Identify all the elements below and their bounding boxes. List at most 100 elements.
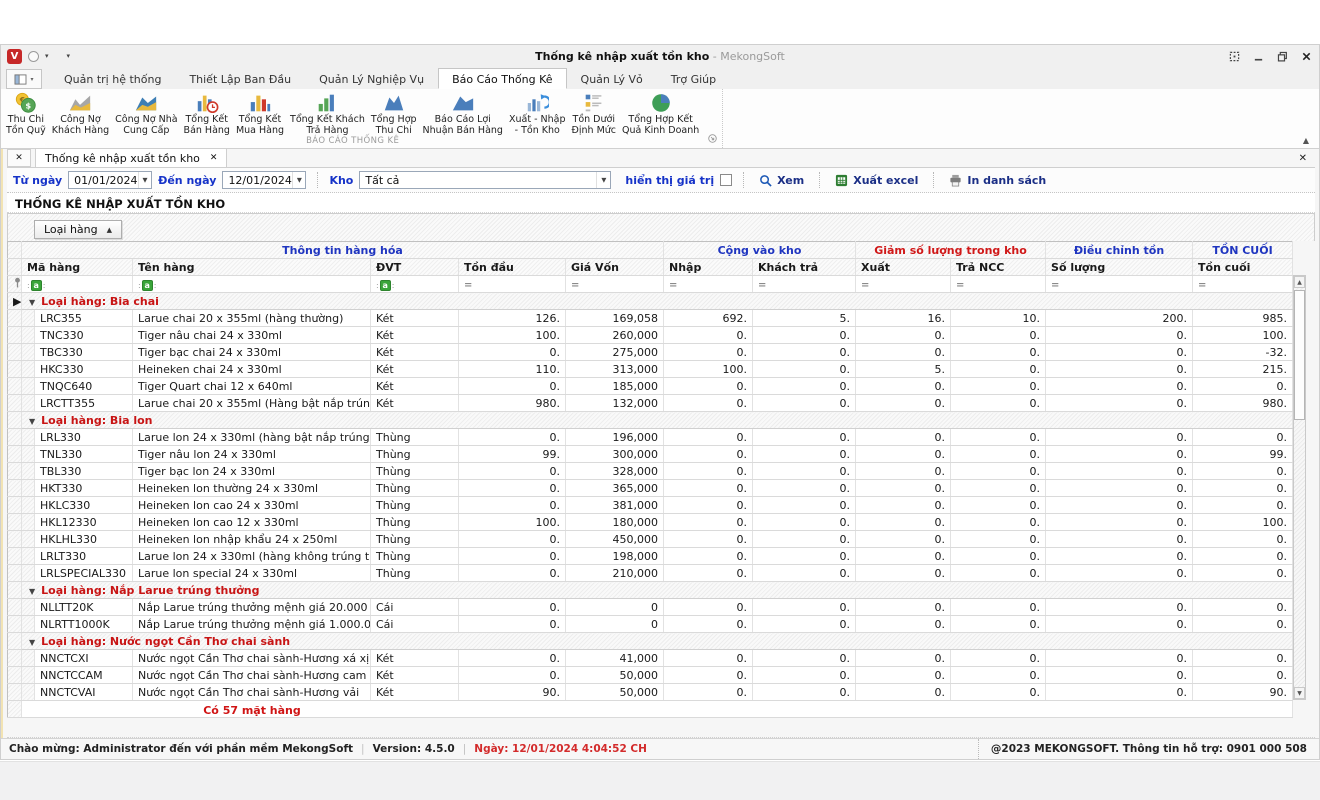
ribbon-tab[interactable]: Báo Cáo Thống Kê <box>438 68 566 89</box>
table-row[interactable]: HKT330Heineken lon thường 24 x 330mlThùn… <box>8 480 1293 497</box>
group-row[interactable]: ▼Loại hàng: Nắp Larue trúng thưởng <box>8 582 1293 599</box>
collapse-group-icon[interactable]: ▼ <box>29 587 35 596</box>
ribbon-tool-button[interactable]: Tổng Kết KháchTrả Hàng <box>287 91 368 136</box>
table-row[interactable]: TNQC640Tiger Quart chai 12 x 640mlKét0.1… <box>8 378 1293 395</box>
toolbar-options-icon[interactable]: ▾ <box>67 52 71 60</box>
close-icon[interactable] <box>1299 50 1313 62</box>
table-row[interactable]: NNCTCXINước ngọt Cần Thơ chai sành-Hương… <box>8 650 1293 667</box>
ribbon-tab[interactable]: Quản Lý Nghiệp Vụ <box>305 68 438 89</box>
ribbon-tab[interactable]: Quản Lý Vỏ <box>567 68 657 89</box>
restore-icon[interactable] <box>1275 50 1289 62</box>
warehouse-select[interactable]: Tất cả ▼ <box>359 171 611 189</box>
table-row[interactable]: LRC355Larue chai 20 x 355ml (hàng thường… <box>8 310 1293 327</box>
table-row[interactable]: NNCTCVAINước ngọt Cần Thơ chai sành-Hươn… <box>8 684 1293 701</box>
show-value-checkbox[interactable] <box>720 174 732 186</box>
collapse-group-icon[interactable]: ▼ <box>29 298 35 307</box>
group-header-cell[interactable]: ▼Loại hàng: Nước ngọt Cần Thơ chai sành <box>22 633 1293 650</box>
numeric-filter-icon[interactable]: = <box>464 280 472 291</box>
group-row[interactable]: ▼Loại hàng: Nước ngọt Cần Thơ chai sành <box>8 633 1293 650</box>
table-row[interactable]: TNC330Tiger nâu chai 24 x 330mlKét100.26… <box>8 327 1293 344</box>
table-row[interactable]: TBL330Tiger bạc lon 24 x 330mlThùng0.328… <box>8 463 1293 480</box>
ribbon-tool-button[interactable]: Công Nợ NhàCung Cấp <box>112 91 180 136</box>
filter-cell[interactable]: = <box>1046 276 1193 293</box>
column-header[interactable]: Tồn cuối <box>1193 259 1293 276</box>
ribbon-tool-button[interactable]: Tổng HợpThu Chi <box>368 91 420 136</box>
ribbon-tool-button[interactable]: Xuất - Nhập- Tồn Kho <box>506 91 569 136</box>
filter-cell[interactable]: :a: <box>371 276 459 293</box>
numeric-filter-icon[interactable]: = <box>861 280 869 291</box>
ribbon-tab[interactable]: Quản trị hệ thống <box>50 68 175 89</box>
chevron-down-icon[interactable]: ▼ <box>292 172 306 188</box>
collapse-group-icon[interactable]: ▼ <box>29 417 35 426</box>
close-all-tabs-button[interactable]: ✕ <box>7 149 31 167</box>
numeric-filter-icon[interactable]: = <box>571 280 579 291</box>
table-row[interactable]: HKL12330Heineken lon cao 12 x 330mlThùng… <box>8 514 1293 531</box>
scroll-up-icon[interactable]: ▲ <box>1294 276 1305 288</box>
table-row[interactable]: HKLC330Heineken lon cao 24 x 330mlThùng0… <box>8 497 1293 514</box>
ribbon-tool-button[interactable]: Tổng KếtMua Hàng <box>233 91 287 136</box>
ribbon-collapse-icon[interactable]: ▲ <box>1303 136 1309 145</box>
fit-window-icon[interactable] <box>1227 50 1241 62</box>
group-header-cell[interactable]: ▼Loại hàng: Bia lon <box>22 412 1293 429</box>
document-tab-active[interactable]: Thống kê nhập xuất tồn kho ✕ <box>35 149 227 167</box>
to-date-input[interactable]: 12/01/2024 ▼ <box>222 171 306 189</box>
table-row[interactable]: TBC330Tiger bạc chai 24 x 330mlKét0.275,… <box>8 344 1293 361</box>
print-button[interactable]: In danh sách <box>945 174 1050 187</box>
ribbon-tab[interactable]: Thiết Lập Ban Đầu <box>175 68 305 89</box>
column-header[interactable]: Mã hàng <box>22 259 133 276</box>
table-row[interactable]: HKC330Heineken chai 24 x 330mlKét110.313… <box>8 361 1293 378</box>
table-row[interactable]: NLRTT1000KNắp Larue trúng thưởng mệnh gi… <box>8 616 1293 633</box>
tab-close-icon[interactable]: ✕ <box>210 153 218 163</box>
chevron-down-icon[interactable]: ▼ <box>138 172 152 188</box>
filter-cell[interactable]: = <box>1193 276 1293 293</box>
export-excel-button[interactable]: Xuất excel <box>831 174 922 187</box>
filter-cell[interactable]: = <box>566 276 664 293</box>
column-header[interactable]: ĐVT <box>371 259 459 276</box>
ribbon-tool-button[interactable]: Công NợKhách Hàng <box>49 91 112 136</box>
column-header[interactable]: Giá Vốn <box>566 259 664 276</box>
filter-cell[interactable]: = <box>664 276 753 293</box>
table-row[interactable]: LRCTT355Larue chai 20 x 355ml (Hàng bật … <box>8 395 1293 412</box>
group-header-cell[interactable]: ▼Loại hàng: Nắp Larue trúng thưởng <box>22 582 1293 599</box>
numeric-filter-icon[interactable]: = <box>1051 280 1059 291</box>
layout-selector-button[interactable]: ▾ <box>6 69 42 89</box>
minimize-icon[interactable] <box>1251 50 1265 62</box>
column-header[interactable]: Xuất <box>856 259 951 276</box>
filter-cell[interactable]: :a: <box>22 276 133 293</box>
ribbon-tool-button[interactable]: €$Thu ChiTồn Quỹ <box>3 91 49 136</box>
numeric-filter-icon[interactable]: = <box>758 280 766 291</box>
vertical-scrollbar[interactable]: ▲ ▼ <box>1293 275 1306 700</box>
from-date-input[interactable]: 01/01/2024 ▼ <box>68 171 152 189</box>
ribbon-tab[interactable]: Trợ Giúp <box>657 68 730 89</box>
column-header[interactable]: Số lượng <box>1046 259 1193 276</box>
scrollbar-thumb[interactable] <box>1294 290 1305 420</box>
text-filter-icon[interactable]: :a: <box>138 280 156 291</box>
filter-cell[interactable]: = <box>951 276 1046 293</box>
group-by-chip[interactable]: Loại hàng ▲ <box>34 220 122 239</box>
view-button[interactable]: Xem <box>755 174 808 187</box>
ribbon-tool-button[interactable]: Báo Cáo LợiNhuận Bán Hàng <box>420 91 506 136</box>
numeric-filter-icon[interactable]: = <box>956 280 964 291</box>
scroll-down-icon[interactable]: ▼ <box>1294 687 1305 699</box>
group-row[interactable]: ▶▼Loại hàng: Bia chai <box>8 293 1293 310</box>
text-filter-icon[interactable]: :a: <box>376 280 394 291</box>
table-row[interactable]: TNL330Tiger nâu lon 24 x 330mlThùng99.30… <box>8 446 1293 463</box>
table-row[interactable]: HKLHL330Heineken lon nhập khẩu 24 x 250m… <box>8 531 1293 548</box>
ribbon-tool-button[interactable]: Tổng Hợp KếtQuả Kinh Doanh <box>619 91 702 136</box>
ribbon-tool-button[interactable]: Tổng KếtBán Hàng <box>181 91 233 136</box>
column-header[interactable]: Trả NCC <box>951 259 1046 276</box>
tabstrip-close-icon[interactable]: ✕ <box>1299 153 1315 167</box>
filter-cell[interactable]: = <box>753 276 856 293</box>
column-header[interactable]: Khách trả <box>753 259 856 276</box>
table-row[interactable]: LRLT330Larue lon 24 x 330ml (hàng không … <box>8 548 1293 565</box>
filter-cell[interactable]: = <box>856 276 951 293</box>
group-row[interactable]: ▼Loại hàng: Bia lon <box>8 412 1293 429</box>
filter-cell[interactable]: :a: <box>133 276 371 293</box>
collapse-group-icon[interactable]: ▼ <box>29 638 35 647</box>
group-header-cell[interactable]: ▼Loại hàng: Bia chai <box>22 293 1293 310</box>
ribbon-tool-button[interactable]: Tồn DướiĐịnh Mức <box>569 91 620 136</box>
quick-access-dropdown-icon[interactable]: ▾ <box>45 52 49 60</box>
column-header[interactable]: Nhập <box>664 259 753 276</box>
table-row[interactable]: NNCTCCAMNước ngọt Cần Thơ chai sành-Hươn… <box>8 667 1293 684</box>
column-header[interactable]: Tên hàng <box>133 259 371 276</box>
